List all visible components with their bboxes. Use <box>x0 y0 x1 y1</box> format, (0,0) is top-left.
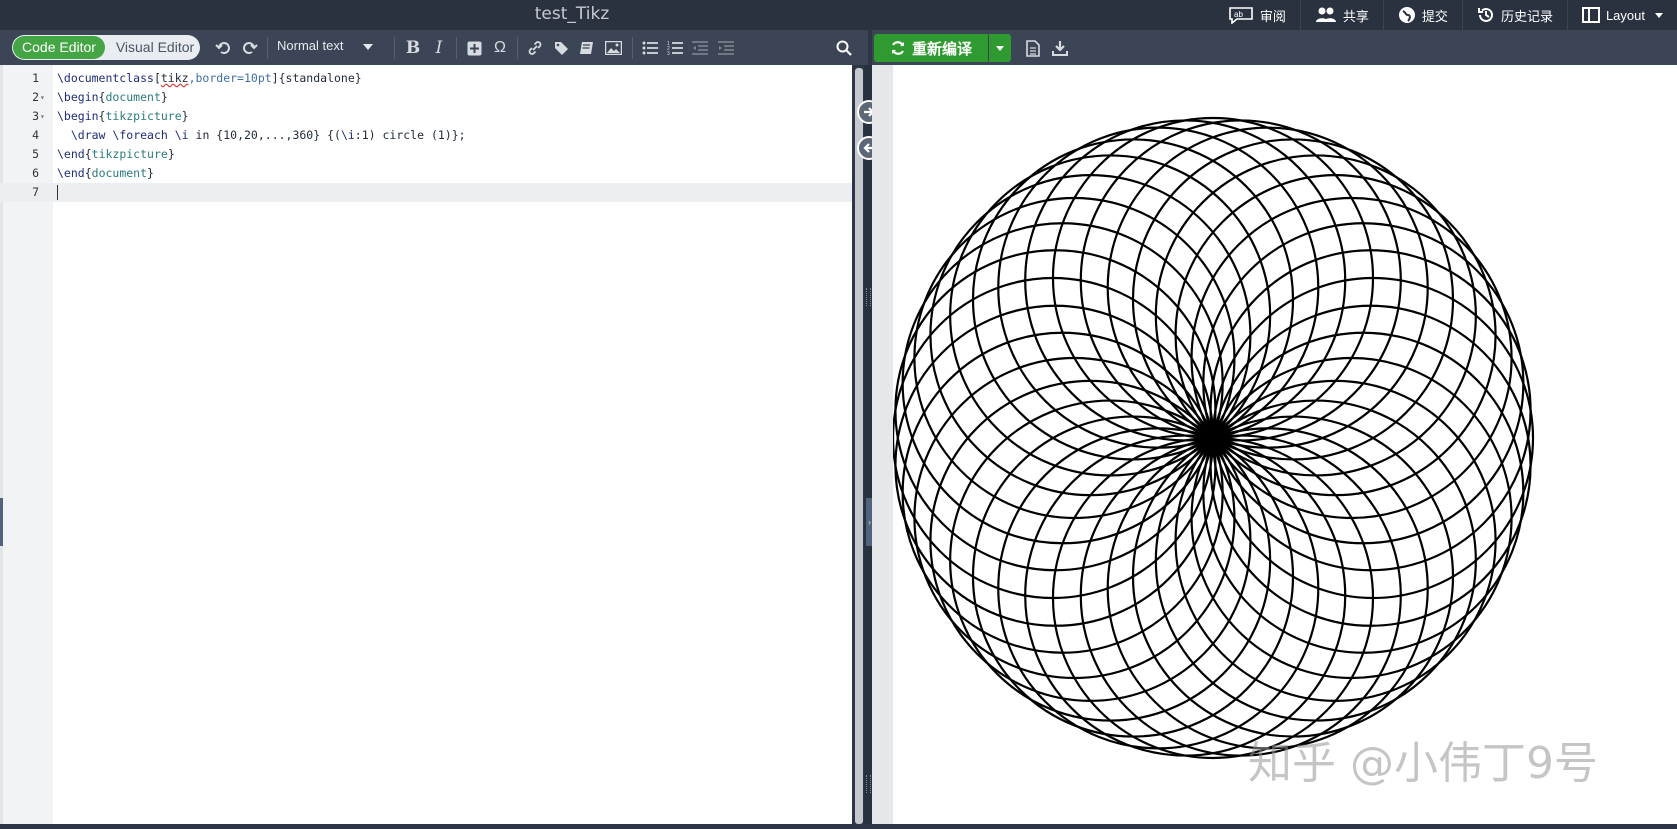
divider <box>632 37 633 59</box>
code-editor-tab[interactable]: Code Editor <box>13 36 105 59</box>
history-label: 历史记录 <box>1500 8 1553 24</box>
math-icon[interactable] <box>464 38 484 58</box>
line-number: 4 <box>32 128 39 142</box>
fold-toggle-icon[interactable]: ▾ <box>40 88 45 107</box>
share-label: 共享 <box>1342 8 1369 24</box>
redo-icon[interactable] <box>240 38 260 58</box>
code-line[interactable]: 7 <box>0 183 852 202</box>
line-number: 7 <box>32 185 39 199</box>
code-line[interactable]: 1 \documentclass[tikz,border=10pt]{standa… <box>0 69 852 88</box>
text-style-select[interactable]: Normal text <box>277 38 374 53</box>
top-bar: test_Tikz ab 审阅 共享 提交 历史记录 Layout <box>0 0 1677 30</box>
download-icon[interactable] <box>1050 38 1070 58</box>
text-style-value: Normal text <box>277 38 344 53</box>
globe-icon <box>1398 7 1415 23</box>
visual-editor-tab[interactable]: Visual Editor <box>112 36 198 59</box>
code-text <box>57 183 58 202</box>
chevron-down-icon <box>363 43 374 50</box>
divider <box>456 37 457 59</box>
bold-button[interactable]: B <box>403 38 423 58</box>
divider <box>517 37 518 59</box>
pane-divider[interactable] <box>864 65 872 824</box>
chevron-down-icon <box>996 45 1004 51</box>
line-number: 1 <box>32 71 39 85</box>
line-number: 2 <box>32 90 39 104</box>
tag-icon[interactable] <box>551 38 571 58</box>
svg-text:3: 3 <box>667 51 670 55</box>
history-icon <box>1477 7 1493 22</box>
divider <box>394 37 395 59</box>
code-line[interactable]: 6 \end{document} <box>0 164 852 183</box>
chevron-right-icon: › <box>868 517 871 527</box>
recompile-button[interactable]: 重新编译 <box>874 34 988 62</box>
search-icon[interactable] <box>834 38 854 58</box>
history-button[interactable]: 历史记录 <box>1463 0 1567 30</box>
code-editor[interactable]: 1 \documentclass[tikz,border=10pt]{standa… <box>0 65 852 824</box>
pdf-page <box>891 65 1677 824</box>
line-number: 6 <box>32 166 39 180</box>
divider <box>267 37 268 59</box>
code-text: \begin{tikzpicture} <box>57 109 189 123</box>
preview-toolbar: 重新编译 <box>872 30 1677 65</box>
share-button[interactable]: 共享 <box>1301 0 1383 30</box>
code-line[interactable]: 3 ▾ \begin{tikzpicture} <box>0 107 852 126</box>
symbol-button[interactable]: Ω <box>490 38 510 58</box>
watermark: 知乎 @小伟丁9号 <box>1248 738 1598 789</box>
code-text: \documentclass[tikz,border=10pt]{standal… <box>57 71 362 85</box>
undo-icon[interactable] <box>213 38 233 58</box>
top-menu: ab 审阅 共享 提交 历史记录 Layout <box>1214 0 1677 30</box>
italic-button[interactable]: I <box>429 38 449 58</box>
bullet-list-icon[interactable] <box>640 38 660 58</box>
layout-icon <box>1581 7 1600 23</box>
book-icon[interactable] <box>577 38 597 58</box>
submit-button[interactable]: 提交 <box>1384 0 1462 30</box>
review-label: 审阅 <box>1259 8 1286 24</box>
numbered-list-icon[interactable]: 123 <box>665 38 685 58</box>
review-icon: ab <box>1229 7 1253 24</box>
code-text: \draw \foreach \i in {10,20,...,360} {(\… <box>70 128 466 142</box>
code-line[interactable]: 2 ▾ \begin{document} <box>0 88 852 107</box>
editor-mode-toggle: Code Editor Visual Editor <box>12 35 200 60</box>
code-line[interactable]: 4 \draw \foreach \i in {10,20,...,360} {… <box>0 126 852 145</box>
svg-text:ab: ab <box>1234 10 1243 19</box>
resize-handle[interactable] <box>866 775 871 793</box>
code-line[interactable]: 5 \end{tikzpicture} <box>0 145 852 164</box>
outdent-icon[interactable] <box>690 38 710 58</box>
tikz-circles-figure <box>891 116 1535 760</box>
editor-scrollbar[interactable] <box>855 68 863 824</box>
line-number: 3 <box>32 109 39 123</box>
layout-label: Layout <box>1605 7 1645 23</box>
users-icon <box>1315 7 1336 22</box>
code-text: \end{tikzpicture} <box>57 147 175 161</box>
resize-handle[interactable] <box>866 288 871 306</box>
editor-toolbar: Code Editor Visual Editor Normal text B … <box>0 30 868 65</box>
layout-menu[interactable]: Layout <box>1568 0 1677 30</box>
image-icon[interactable] <box>603 38 623 58</box>
line-number: 5 <box>32 147 39 161</box>
chevron-down-icon <box>1655 12 1663 18</box>
project-title: test_Tikz <box>534 4 610 24</box>
text-cursor <box>57 185 58 200</box>
code-text: \begin{document} <box>57 90 168 104</box>
indent-icon[interactable] <box>716 38 736 58</box>
link-icon[interactable] <box>525 38 545 58</box>
refresh-icon <box>891 41 905 55</box>
fold-toggle-icon[interactable]: ▾ <box>40 107 45 126</box>
recompile-label: 重新编译 <box>911 40 972 58</box>
recompile-options-button[interactable] <box>989 34 1011 62</box>
log-file-icon[interactable] <box>1023 38 1043 58</box>
file-tree-toggle[interactable] <box>0 498 3 546</box>
submit-label: 提交 <box>1421 8 1448 24</box>
review-button[interactable]: ab 审阅 <box>1214 0 1300 30</box>
code-text: \end{document} <box>57 166 154 180</box>
